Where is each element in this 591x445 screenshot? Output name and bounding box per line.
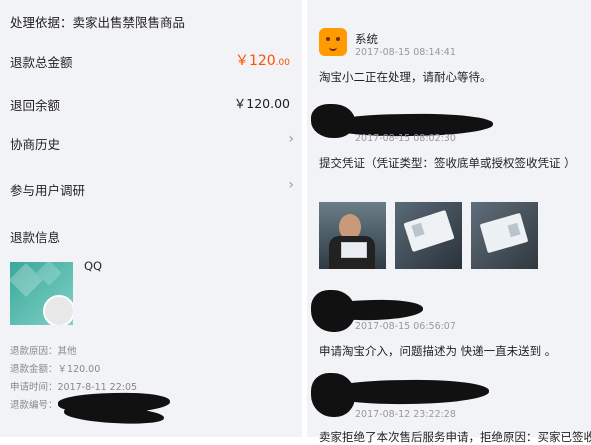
chevron-right-icon: › bbox=[288, 177, 294, 193]
user-survey-row[interactable]: 参与用户调研 › bbox=[0, 174, 302, 200]
refund-detail-panel: 处理依据：卖家出售禁限售商品 退款总金额 ￥120.00 退回余额 ￥120.0… bbox=[0, 0, 302, 437]
id-card bbox=[341, 242, 367, 258]
refund-info-title: 退款信息 bbox=[10, 230, 61, 245]
message-timestamp: 2017-08-15 08:14:41 bbox=[355, 47, 456, 58]
message-text: 提交凭证（凭证类型：签收底单或授权签收凭证 ） bbox=[319, 156, 576, 170]
refund-reason: 退款原因：其他 bbox=[10, 346, 77, 357]
redaction-scribble bbox=[322, 298, 424, 322]
thumbnail-pattern bbox=[10, 263, 43, 297]
evidence-photo[interactable] bbox=[319, 202, 386, 269]
negotiation-history-row[interactable]: 协商历史 › bbox=[0, 128, 302, 154]
redaction-scribble bbox=[326, 378, 490, 406]
product-name: QQ bbox=[84, 259, 103, 273]
refund-amount: 退款金额：￥120.00 bbox=[10, 364, 101, 375]
returned-balance-amount: ￥120.00 bbox=[233, 96, 290, 111]
sender-name: 系统 bbox=[355, 32, 378, 46]
evidence-photo[interactable] bbox=[395, 202, 462, 269]
taobao-mascot-icon bbox=[319, 28, 347, 56]
user-survey-label: 参与用户调研 bbox=[10, 183, 86, 198]
avatar bbox=[43, 295, 73, 325]
negotiation-history-label: 协商历史 bbox=[10, 137, 61, 152]
product-thumbnail[interactable] bbox=[10, 262, 73, 325]
message-text: 淘宝小二正在处理，请耐心等待。 bbox=[319, 70, 492, 84]
refund-time: 申请时间：2017-8-11 22:05 bbox=[10, 382, 138, 393]
chevron-right-icon: › bbox=[288, 131, 294, 147]
refund-number-label: 退款编号： bbox=[10, 400, 58, 411]
message-timestamp: 2017-08-15 08:02:30 bbox=[355, 133, 456, 144]
message-text: 申请淘宝介入，问题描述为 快递一直未送到 。 bbox=[319, 344, 557, 358]
evidence-photo[interactable] bbox=[471, 202, 538, 269]
message-text: 卖家拒绝了本次售后服务申请，拒绝原因：买家已签收 bbox=[319, 430, 591, 444]
message-timestamp: 2017-08-15 06:56:07 bbox=[355, 321, 456, 332]
processing-basis: 处理依据：卖家出售禁限售商品 bbox=[10, 15, 186, 30]
refund-total-amount: ￥120.00 bbox=[234, 53, 290, 69]
negotiation-timeline-panel: 系统 2017-08-15 08:14:41 淘宝小二正在处理，请耐心等待。 2… bbox=[307, 0, 591, 444]
message-timestamp: 2017-08-12 23:22:28 bbox=[355, 409, 456, 420]
